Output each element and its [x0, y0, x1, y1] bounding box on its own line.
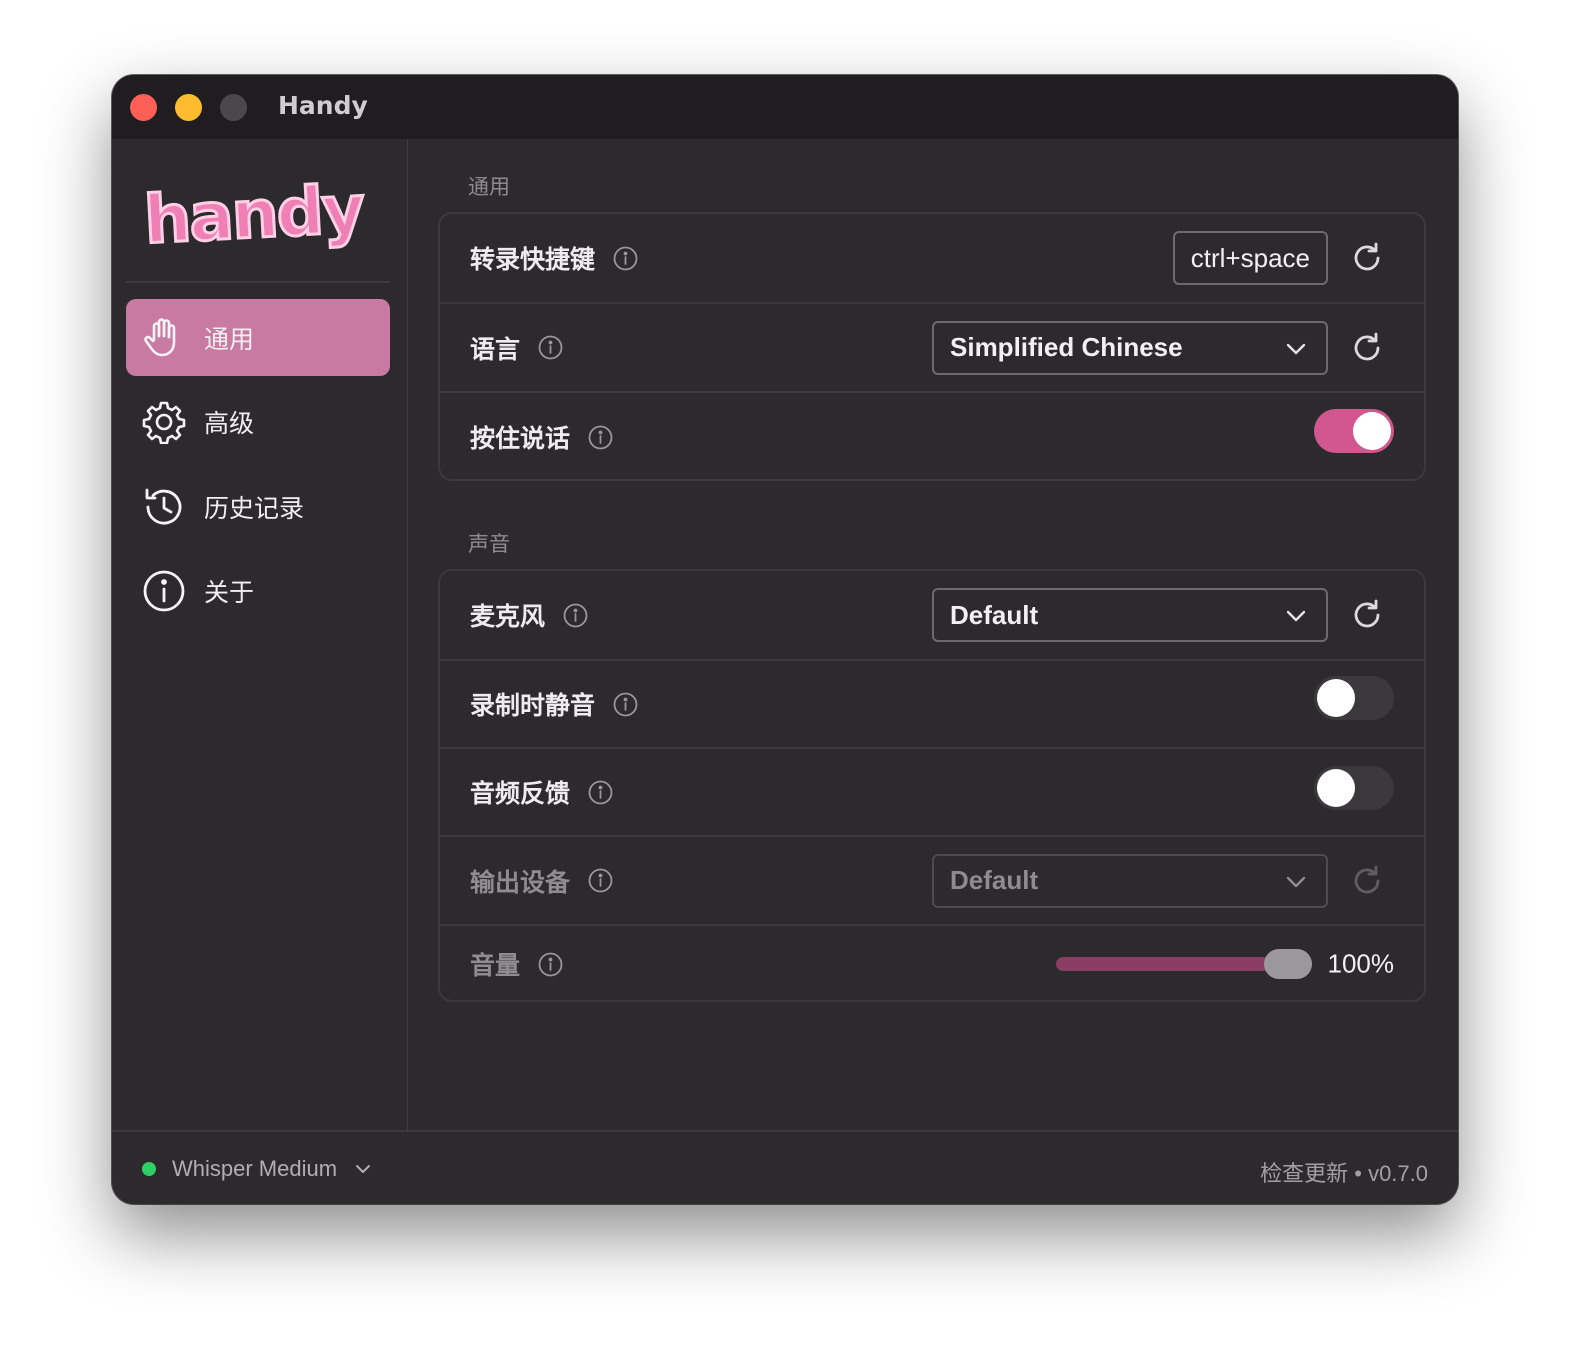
audio-feedback-toggle[interactable]	[1314, 766, 1394, 810]
window-title: Handy	[278, 91, 368, 120]
section-title-general: 通用	[468, 175, 510, 199]
reset-icon[interactable]	[1350, 598, 1384, 632]
sidebar-item-about[interactable]: 关于	[126, 552, 390, 629]
mute-while-recording-row: 录制时静音	[440, 661, 1424, 749]
toggle-knob	[1317, 769, 1355, 807]
microphone-select-value: Default	[950, 599, 1039, 630]
chevron-down-icon	[1286, 343, 1306, 354]
chevron-down-icon	[1286, 610, 1306, 622]
gear-icon	[142, 400, 186, 444]
logo-divider	[126, 281, 390, 283]
language-label: 语言	[470, 334, 521, 364]
push-to-talk-label: 按住说话	[470, 424, 571, 453]
output-device-row: 输出设备 Default	[440, 837, 1424, 926]
handy-logo: handy	[141, 169, 367, 257]
volume-label: 音量	[470, 951, 521, 980]
sidebar-item-history[interactable]: 历史记录	[126, 468, 390, 545]
volume-value: 100%	[1327, 948, 1395, 979]
info-icon[interactable]	[613, 692, 638, 717]
audio-feedback-label: 音频反馈	[470, 779, 571, 808]
check-update-link[interactable]: 检查更新 • v0.7.0	[1260, 1156, 1428, 1188]
info-icon[interactable]	[563, 603, 588, 628]
chevron-down-icon	[1286, 876, 1306, 887]
sound-settings-card: 麦克风 Default 录制时静音 音频反馈 输出设备 Default 音量 1…	[438, 569, 1426, 1002]
info-icon[interactable]	[538, 335, 563, 360]
language-select-value: Simplified Chinese	[950, 332, 1183, 362]
mute-while-recording-toggle[interactable]	[1314, 676, 1394, 720]
info-circle-icon	[142, 569, 186, 613]
model-name: Whisper Medium	[172, 1156, 338, 1181]
sidebar-item-label: 通用	[204, 324, 255, 354]
volume-slider-thumb[interactable]	[1264, 949, 1312, 979]
info-icon[interactable]	[588, 868, 613, 893]
model-status-dot	[142, 1162, 156, 1176]
shortcut-label: 转录快捷键	[470, 245, 596, 274]
language-select[interactable]: Simplified Chinese	[932, 320, 1328, 375]
sidebar: handy 通用 高级 历史记录 关于	[112, 139, 408, 1130]
mute-while-recording-label: 录制时静音	[470, 691, 596, 720]
toggle-knob	[1317, 679, 1355, 717]
zoom-window-button[interactable]	[220, 94, 247, 121]
svg-text:handy: handy	[142, 171, 365, 257]
shortcut-row: 转录快捷键 ctrl+space	[440, 214, 1424, 304]
info-icon[interactable]	[588, 425, 613, 450]
footer-bar: Whisper Medium 检查更新 • v0.7.0	[112, 1130, 1458, 1204]
push-to-talk-row: 按住说话	[440, 393, 1424, 481]
model-selector[interactable]: Whisper Medium	[172, 1156, 373, 1182]
toggle-knob	[1353, 412, 1391, 450]
output-device-label: 输出设备	[470, 867, 571, 897]
info-icon[interactable]	[588, 780, 613, 805]
minimize-window-button[interactable]	[175, 94, 202, 121]
shortcut-key-input[interactable]: ctrl+space	[1172, 231, 1328, 285]
output-device-select-value: Default	[950, 865, 1039, 895]
volume-row: 音量 100%	[440, 926, 1424, 1002]
sidebar-item-general[interactable]: 通用	[126, 299, 390, 376]
section-title-sound: 声音	[468, 532, 510, 556]
microphone-row: 麦克风 Default	[440, 571, 1424, 661]
language-row: 语言 Simplified Chinese	[440, 304, 1424, 393]
microphone-select[interactable]: Default	[932, 588, 1328, 642]
app-window: Handy handy 通用 高级 历史记录 关于 通用 转录快捷键 ctrl+…	[112, 75, 1458, 1204]
microphone-label: 麦克风	[470, 602, 546, 631]
chevron-down-icon	[356, 1165, 371, 1173]
hand-icon	[142, 316, 186, 360]
info-icon[interactable]	[538, 952, 563, 977]
sidebar-item-label: 历史记录	[204, 493, 305, 523]
close-window-button[interactable]	[130, 94, 157, 121]
sidebar-item-label: 高级	[204, 408, 255, 438]
reset-icon[interactable]	[1350, 331, 1384, 365]
general-settings-card: 转录快捷键 ctrl+space 语言 Simplified Chinese 按…	[438, 212, 1426, 481]
volume-slider[interactable]	[1056, 949, 1312, 979]
title-bar: Handy	[112, 75, 1458, 139]
audio-feedback-row: 音频反馈	[440, 749, 1424, 837]
output-device-select[interactable]: Default	[932, 853, 1328, 908]
sidebar-item-advanced[interactable]: 高级	[126, 383, 390, 460]
push-to-talk-toggle[interactable]	[1314, 409, 1394, 453]
sidebar-item-label: 关于	[204, 577, 255, 607]
reset-icon[interactable]	[1350, 864, 1384, 898]
main-content: 通用 转录快捷键 ctrl+space 语言 Simplified Chines…	[408, 139, 1458, 1130]
info-icon[interactable]	[613, 246, 638, 271]
history-icon	[142, 485, 186, 529]
reset-icon[interactable]	[1350, 241, 1384, 275]
